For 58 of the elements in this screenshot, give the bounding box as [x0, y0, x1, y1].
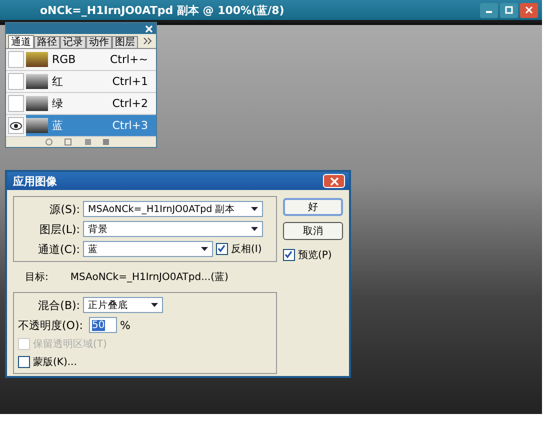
opacity-field[interactable]: 50	[89, 317, 117, 333]
panel-tab[interactable]: 通道	[8, 35, 34, 48]
thumbnail-placeholder	[26, 74, 48, 89]
caret-icon	[251, 227, 258, 231]
close-icon	[330, 176, 338, 186]
panel-menu-icon[interactable]	[143, 37, 153, 45]
channel-shortcut: Ctrl+3	[112, 119, 148, 132]
unit-label: %	[120, 318, 130, 332]
dropdown[interactable]: 正片叠底	[83, 297, 163, 313]
dialog-title: 应用图像	[13, 174, 57, 188]
channel-shortcut: Ctrl+1	[112, 75, 148, 88]
checkmark-icon	[217, 244, 226, 253]
checkmark-icon	[284, 250, 293, 259]
checkbox[interactable]: 蒙版(K)...	[18, 355, 272, 369]
thumbnail-placeholder	[26, 118, 48, 133]
maximize-icon	[505, 6, 513, 14]
panel-tab[interactable]: 图层	[112, 36, 138, 48]
field-label: 不透明度(O):	[18, 318, 84, 332]
channel-shortcut: Ctrl+2	[112, 97, 148, 110]
minimize-button[interactable]	[480, 2, 498, 18]
eye-icon	[10, 122, 22, 130]
window-title: oNCk=_H1IrnJO0ATpd 副本 @ 100%(蓝/8)	[40, 2, 284, 18]
dropdown[interactable]: MSAoNCk=_H1IrnJO0ATpd 副本	[83, 201, 263, 217]
field-label: 通道(C):	[37, 242, 80, 256]
maximize-button[interactable]	[500, 2, 518, 18]
channel-row[interactable]: 蓝 Ctrl+3	[26, 115, 156, 136]
close-icon	[525, 6, 533, 14]
dropdown[interactable]: 背景	[83, 221, 263, 237]
field-label: 源(S):	[48, 202, 80, 216]
channel-name: 红	[52, 74, 64, 89]
caret-icon	[201, 247, 208, 251]
visibility-toggle[interactable]	[8, 51, 24, 68]
visibility-toggle[interactable]	[8, 117, 24, 134]
checkbox[interactable]: 反相(I)	[216, 242, 262, 256]
dropdown[interactable]: 蓝	[83, 241, 213, 257]
close-icon	[145, 24, 153, 32]
dialog-button[interactable]: 好	[283, 198, 343, 216]
checkbox[interactable]: 预览(P)	[283, 248, 343, 262]
panel-tab[interactable]: 记录	[60, 36, 86, 48]
channel-name: RGB	[52, 53, 77, 66]
channel-name: 蓝	[52, 118, 64, 133]
visibility-toggle[interactable]	[8, 95, 24, 112]
dialog-button[interactable]: 取消	[283, 222, 343, 240]
field-label: 图层(L):	[38, 222, 80, 236]
thumbnail-placeholder	[26, 52, 48, 67]
caret-icon	[151, 303, 158, 307]
close-button[interactable]	[323, 174, 345, 188]
channel-shortcut: Ctrl+~	[110, 53, 148, 66]
field-label: 混合(B):	[37, 298, 80, 312]
visibility-toggle[interactable]	[8, 73, 24, 90]
target-value: MSAoNCk=_H1IrnJO0ATpd...(蓝)	[70, 270, 228, 284]
panel-tab[interactable]: 动作	[86, 36, 112, 48]
channel-name: 绿	[52, 96, 64, 111]
panel-tab[interactable]: 路径	[34, 36, 60, 48]
target-label: 目标:	[25, 270, 48, 284]
close-button[interactable]	[520, 2, 538, 18]
caret-icon	[251, 207, 258, 211]
thumbnail-placeholder	[26, 96, 48, 111]
